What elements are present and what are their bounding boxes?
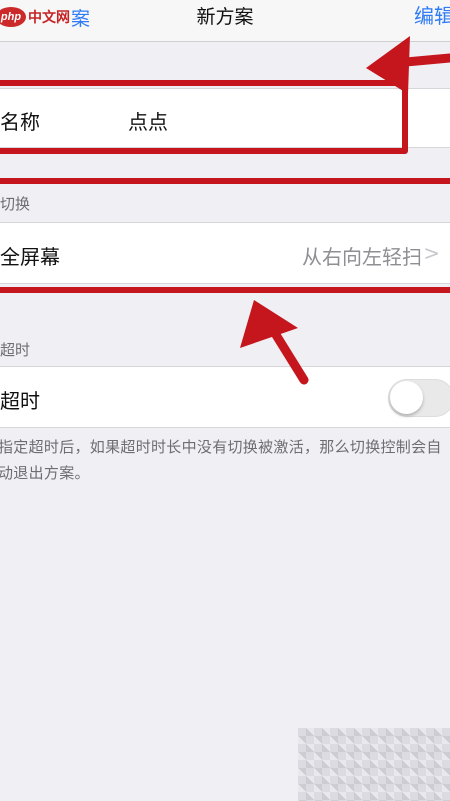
pixelated-watermark — [298, 728, 450, 801]
arrow-lower-icon — [240, 300, 309, 385]
annotation-arrows — [240, 36, 450, 385]
arrow-upper-icon — [366, 36, 450, 94]
